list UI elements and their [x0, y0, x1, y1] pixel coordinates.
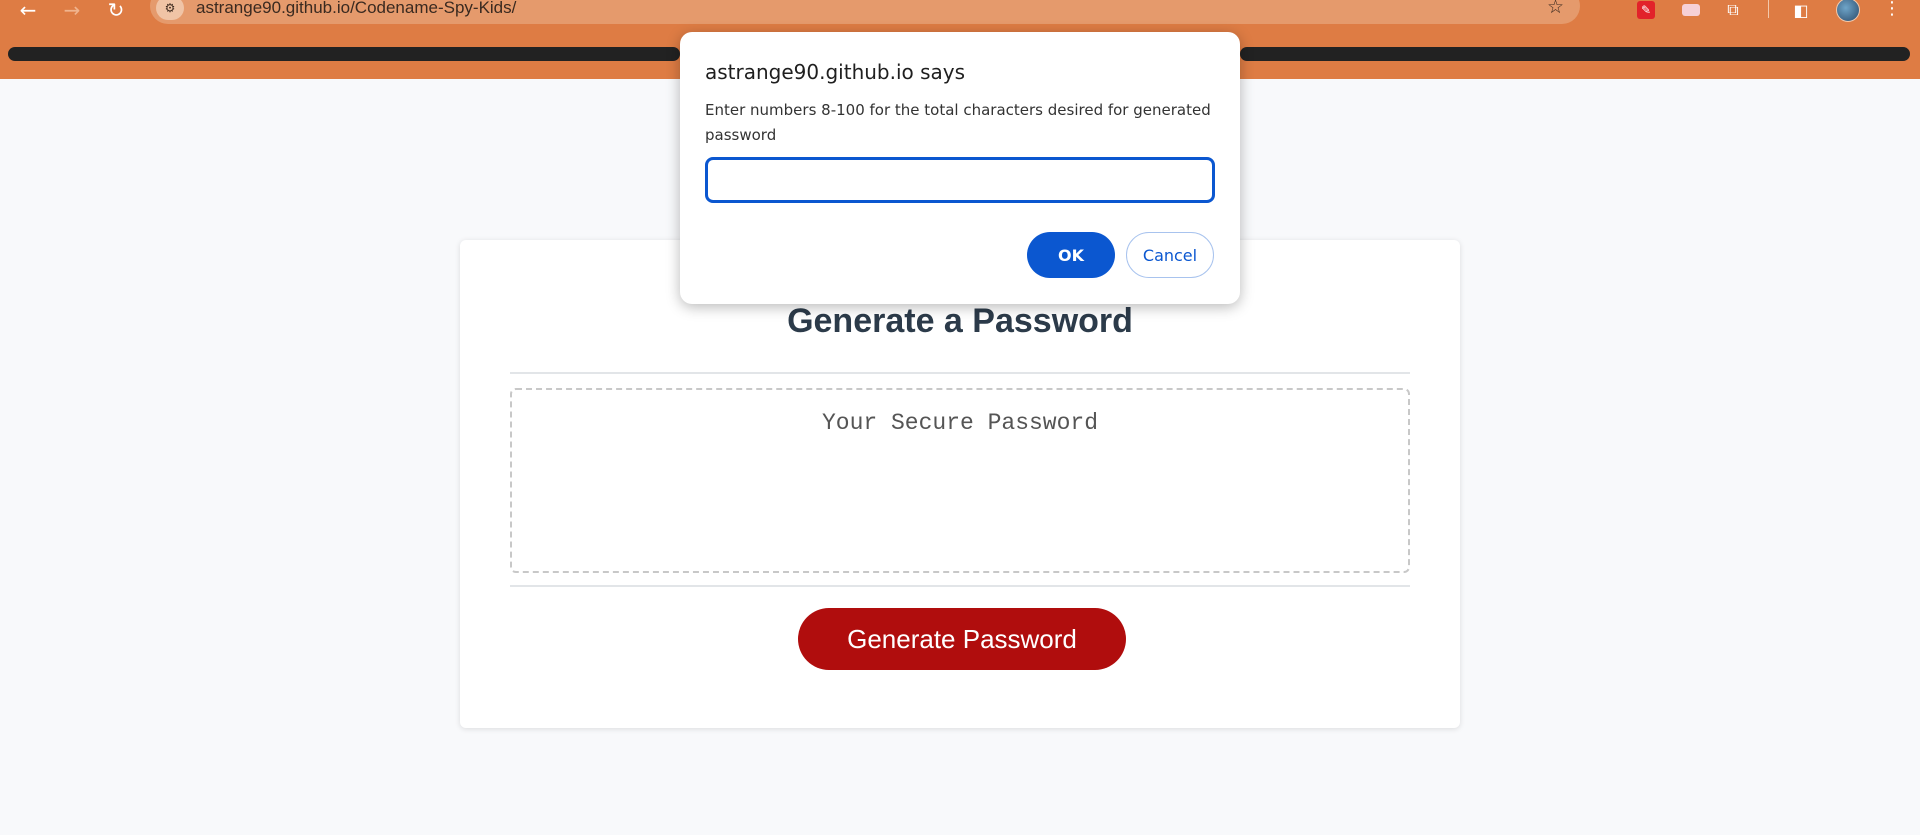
reload-icon[interactable]: ↻	[102, 0, 130, 20]
redacted-bookmarks-left	[8, 47, 680, 61]
dialog-message: Enter numbers 8-100 for the total charac…	[705, 101, 1211, 144]
url-text[interactable]: astrange90.github.io/Codename-Spy-Kids/	[196, 0, 516, 18]
address-bar[interactable]: ⚙ astrange90.github.io/Codename-Spy-Kids…	[150, 0, 1580, 24]
extensions-puzzle-icon[interactable]: ⧉	[1720, 0, 1746, 20]
card-divider-top	[510, 372, 1410, 374]
cancel-button[interactable]: Cancel	[1126, 232, 1214, 278]
ok-button[interactable]: OK	[1027, 232, 1115, 278]
extension-red-icon[interactable]: ✎	[1633, 0, 1659, 20]
browser-toolbar: ← → ↻ ⚙ astrange90.github.io/Codename-Sp…	[0, 0, 1920, 28]
dialog-input[interactable]	[705, 157, 1215, 203]
redacted-bookmarks-right	[1240, 47, 1910, 61]
menu-icon[interactable]: ⋮	[1880, 0, 1904, 20]
password-output[interactable]	[510, 388, 1410, 573]
password-card: Generate a Password Generate Password	[460, 240, 1460, 728]
toolbar-divider	[1768, 0, 1769, 18]
site-info-icon[interactable]: ⚙	[156, 0, 184, 20]
card-divider-bottom	[510, 585, 1410, 587]
prompt-dialog: astrange90.github.io says Enter numbers …	[680, 32, 1240, 304]
back-icon[interactable]: ←	[14, 0, 42, 20]
generate-password-button[interactable]: Generate Password	[798, 608, 1126, 670]
dialog-title: astrange90.github.io says	[705, 60, 966, 84]
profile-avatar[interactable]	[1836, 0, 1860, 22]
extension-recorder-icon[interactable]	[1678, 0, 1704, 20]
forward-icon[interactable]: →	[58, 0, 86, 20]
page-title: Generate a Password	[787, 302, 1133, 340]
side-panel-icon[interactable]: ◧	[1788, 0, 1814, 20]
bookmark-star-icon[interactable]: ☆	[1547, 0, 1564, 17]
